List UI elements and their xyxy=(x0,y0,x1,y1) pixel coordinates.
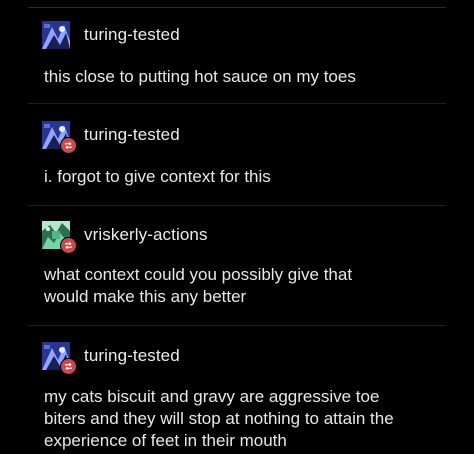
post-text-line: biters and they will stop at nothing to … xyxy=(44,409,394,428)
post-1: turing-tested this close to putting hot … xyxy=(28,20,446,100)
username[interactable]: vriskerly-actions xyxy=(84,225,208,245)
post-text-line: this close to putting hot sauce on my to… xyxy=(44,67,356,86)
post-divider xyxy=(28,103,446,104)
post-divider xyxy=(28,325,446,326)
post-divider xyxy=(28,205,446,206)
reblog-icon xyxy=(65,362,72,371)
post-2: turing-tested i. forgot to give context … xyxy=(28,120,446,200)
top-divider xyxy=(28,7,446,8)
post-header: turing-tested xyxy=(42,341,180,375)
avatar-icon xyxy=(42,21,70,49)
avatar[interactable] xyxy=(42,221,77,254)
post-text-line: would make this any better xyxy=(44,287,247,306)
reblog-badge xyxy=(60,137,77,154)
username[interactable]: turing-tested xyxy=(84,125,180,145)
avatar[interactable] xyxy=(42,342,77,375)
post-header: turing-tested xyxy=(42,120,180,154)
username[interactable]: turing-tested xyxy=(84,25,180,45)
post-text-line: experience of feet in their mouth xyxy=(44,431,287,450)
post-text-line: what context could you possibly give tha… xyxy=(44,265,353,284)
avatar[interactable] xyxy=(42,121,77,154)
post-header: turing-tested xyxy=(42,20,180,50)
post-body: what context could you possibly give tha… xyxy=(44,264,444,308)
reblog-icon xyxy=(65,241,72,250)
post-body: this close to putting hot sauce on my to… xyxy=(44,66,444,88)
username[interactable]: turing-tested xyxy=(84,346,180,366)
tumblr-thread: turing-tested this close to putting hot … xyxy=(0,0,474,454)
post-3: vriskerly-actions what context could you… xyxy=(28,220,446,320)
avatar[interactable] xyxy=(42,21,70,49)
reblog-badge xyxy=(60,237,77,254)
post-text-line: i. forgot to give context for this xyxy=(44,167,271,186)
reblog-badge xyxy=(60,358,77,375)
post-body: i. forgot to give context for this xyxy=(44,166,444,188)
post-header: vriskerly-actions xyxy=(42,220,208,254)
post-body: my cats biscuit and gravy are aggressive… xyxy=(44,386,444,452)
reblog-icon xyxy=(65,141,72,150)
post-text-line: my cats biscuit and gravy are aggressive… xyxy=(44,387,380,406)
post-4: turing-tested my cats biscuit and gravy … xyxy=(28,341,446,454)
